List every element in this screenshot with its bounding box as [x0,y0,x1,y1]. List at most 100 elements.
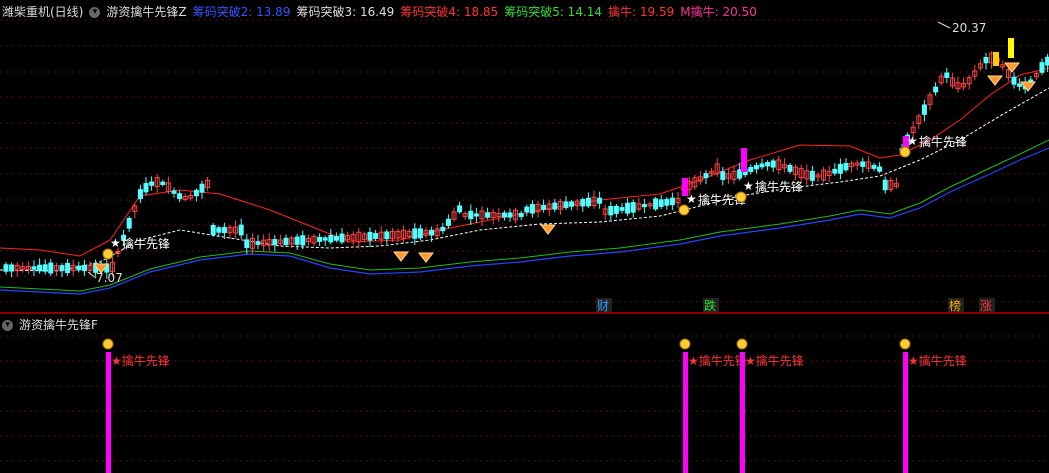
candle [653,198,659,210]
candle [585,197,591,207]
sub-indicator-name[interactable]: 游资擒牛先锋F [19,318,98,332]
stock-title: 潍柴重机(日线) [2,5,84,19]
signal-candle [993,52,999,66]
candle [809,170,815,181]
sub-chart-panel[interactable]: ★擒牛先锋 ★擒牛先锋 ★擒牛先锋 ★擒牛先锋 ▾ 游资擒牛先锋F [0,314,1049,473]
diamond-icon [392,251,410,262]
candle [384,231,390,240]
candle [625,202,631,214]
event-tag-label: 财 [597,299,609,312]
candle [300,235,306,246]
candle [664,198,670,206]
candle [210,224,216,236]
candle [748,167,754,173]
candle [882,179,888,191]
candle [860,161,866,167]
candle [619,207,625,211]
candle [367,231,373,241]
money-bag-icon [678,204,690,216]
candlestick-chart[interactable]: ★ 擒牛先锋★ 擒牛先锋★ 擒牛先锋★ 擒牛先锋 20.37 7.07 财跌榜涨 [0,0,1049,312]
candle [143,183,149,193]
signal-bar [683,352,688,473]
param-2: 筹码突破2: 13.89 [192,5,291,19]
candle [703,173,709,179]
price-low-label: 7.07 [96,271,123,285]
diamond-icon [1003,62,1021,73]
candle [31,266,37,270]
param-4: 筹码突破4: 18.85 [400,5,499,19]
candle [333,235,339,241]
money-bag-icon [736,338,748,350]
candle [468,210,474,220]
money-bag-icon [735,191,747,203]
signal-label: 擒牛先锋 [919,134,967,149]
money-bag-icon [102,338,114,350]
candle [65,262,71,274]
param-7: M擒牛: 20.50 [680,5,757,19]
indicator-name[interactable]: 游资擒牛先锋Z [106,5,186,19]
candle [160,181,166,185]
candle [42,264,48,272]
param-5: 筹码突破5: 14.14 [504,5,603,19]
candle [518,212,524,218]
candle [944,72,950,78]
chevron-down-icon[interactable]: ▾ [89,7,101,18]
candle [445,218,451,226]
candle [412,228,418,239]
candle [569,201,575,207]
candle [658,199,664,207]
candle [613,205,619,214]
candle [507,212,513,218]
sub-signal-label: ★擒牛先锋 [111,353,170,368]
candle [580,199,586,207]
candle [137,189,143,200]
diamond-icon [417,252,435,263]
sub-header: ▾ 游资擒牛先锋F [0,317,104,333]
candle [199,183,205,193]
diamond-icon [986,75,1004,86]
money-bag-icon [899,338,911,350]
candle [843,162,849,171]
signal-candle [741,148,747,172]
candle [244,239,250,249]
candle [81,264,87,272]
candle [76,265,82,271]
candle [283,237,289,245]
candle [429,229,435,236]
candle [770,160,776,168]
candle [552,202,558,210]
sub-signal-label: ★擒牛先锋 [745,353,804,368]
signal-bar [106,352,111,473]
candle [440,226,446,232]
candle [37,264,43,272]
signal-candle [1008,38,1014,58]
candle [563,201,569,209]
candle [765,162,771,167]
candle [871,164,877,169]
candle [877,166,883,172]
event-tag-label: 涨 [980,298,992,312]
candle [221,226,227,234]
signal-star-icon: ★ [743,179,754,193]
candle [837,163,843,174]
candle [1011,76,1017,85]
money-bag-icon [679,338,691,350]
candle [485,212,491,218]
diamond-icon [539,224,557,235]
signal-chart[interactable]: ★擒牛先锋 ★擒牛先锋★擒牛先锋 ★擒牛先锋 [0,314,1049,473]
signal-star-icon: ★ [907,134,918,148]
candle [322,237,328,241]
candle [720,171,726,180]
candle [832,168,838,174]
candle [193,189,199,197]
candle [921,104,927,115]
candle [787,165,793,172]
chevron-down-icon[interactable]: ▾ [2,320,13,331]
sub-signal-label: ★擒牛先锋 [688,353,747,368]
candle [457,205,463,213]
main-chart-panel[interactable]: ★ 擒牛先锋 ★ 擒牛先锋 ★ 擒牛先锋 ★ 擒牛先锋 20.37 7.07 财跌榜涨 潍柴重… [0,0,1049,313]
event-tag-label: 跌 [704,298,716,312]
candle [59,265,65,271]
candle [933,86,939,93]
signal-label: 擒牛先锋 [122,236,170,251]
